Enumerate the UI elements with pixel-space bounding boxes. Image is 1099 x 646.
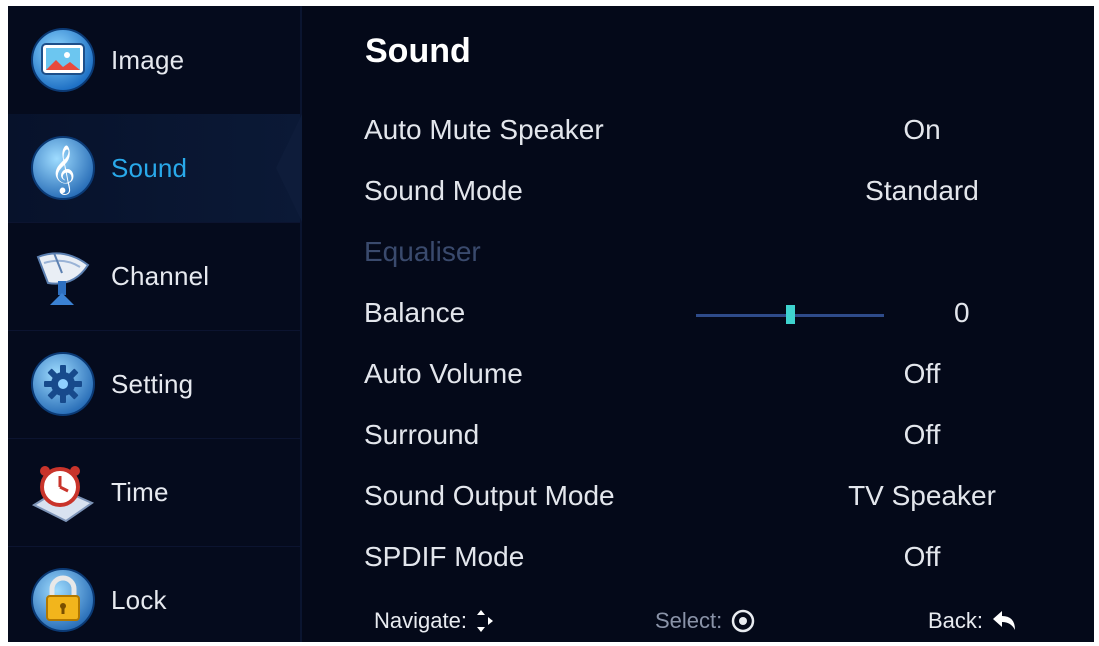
menu-row-equaliser: Equaliser bbox=[302, 226, 1094, 284]
sidebar-item-label: Image bbox=[111, 44, 185, 75]
menu-row-spdif-mode[interactable]: SPDIF Mode Off bbox=[302, 531, 1094, 589]
row-value: TV Speaker bbox=[848, 480, 996, 511]
page-title: Sound bbox=[365, 32, 471, 70]
back-hint: Back: bbox=[928, 608, 1019, 634]
sidebar-item-label: Sound bbox=[111, 152, 188, 183]
row-label: Auto Volume bbox=[364, 358, 523, 389]
row-label: Sound Output Mode bbox=[364, 480, 615, 511]
selection-pointer bbox=[276, 114, 302, 222]
row-label: Balance bbox=[364, 297, 466, 328]
gear-icon bbox=[30, 351, 96, 417]
navigate-hint: Navigate: bbox=[374, 608, 495, 634]
sidebar-item-lock[interactable]: Lock bbox=[8, 546, 300, 642]
menu-row-balance[interactable]: Balance 0 bbox=[302, 287, 1094, 345]
sidebar-item-setting[interactable]: Setting bbox=[8, 330, 300, 439]
back-label: Back: bbox=[928, 608, 984, 633]
menu-row-auto-mute-speaker[interactable]: Auto Mute Speaker On bbox=[302, 104, 1094, 162]
footer-hints: Navigate: Select: Back: bbox=[302, 600, 1094, 640]
select-label: Select: bbox=[655, 608, 723, 633]
back-arrow-icon bbox=[993, 611, 1016, 630]
navigate-label: Navigate: bbox=[374, 608, 467, 633]
menu-row-auto-volume[interactable]: Auto Volume Off bbox=[302, 348, 1094, 406]
alarm-clock-icon bbox=[30, 459, 96, 525]
row-value: Off bbox=[903, 541, 941, 572]
sidebar-item-label: Setting bbox=[111, 368, 194, 399]
svg-text:𝄞: 𝄞 bbox=[51, 144, 76, 195]
row-label: SPDIF Mode bbox=[364, 541, 525, 572]
tv-menu-screen: Image 𝄞 Sound Channel Setting Time Lock … bbox=[8, 6, 1094, 642]
menu-row-sound-output-mode[interactable]: Sound Output Mode TV Speaker bbox=[302, 470, 1094, 528]
sidebar-item-channel[interactable]: Channel bbox=[8, 222, 300, 331]
select-hint: Select: bbox=[655, 608, 756, 634]
row-label: Sound Mode bbox=[364, 175, 523, 206]
select-ok-icon bbox=[732, 609, 755, 633]
music-clef-icon: 𝄞 bbox=[30, 135, 96, 201]
image-icon bbox=[30, 27, 96, 93]
row-value: 0 bbox=[954, 297, 970, 328]
row-label: Equaliser bbox=[364, 236, 481, 267]
sound-settings-panel: Sound Auto Mute Speaker On Sound Mode St… bbox=[302, 6, 1094, 642]
sidebar: Image 𝄞 Sound Channel Setting Time Lock bbox=[8, 6, 302, 642]
row-value: Off bbox=[903, 419, 941, 450]
satellite-dish-icon bbox=[30, 243, 96, 309]
sidebar-item-image[interactable]: Image bbox=[8, 6, 300, 115]
padlock-icon bbox=[30, 567, 96, 633]
sidebar-item-label: Lock bbox=[111, 584, 167, 615]
row-value: On bbox=[903, 114, 941, 145]
sidebar-item-label: Channel bbox=[111, 260, 210, 291]
menu-row-surround[interactable]: Surround Off bbox=[302, 409, 1094, 467]
sidebar-item-time[interactable]: Time bbox=[8, 438, 300, 547]
row-value: Standard bbox=[865, 175, 979, 206]
sidebar-item-sound[interactable]: 𝄞 Sound bbox=[8, 114, 302, 223]
balance-slider-thumb[interactable] bbox=[785, 305, 795, 324]
row-label: Surround bbox=[364, 419, 480, 450]
row-value: Off bbox=[903, 358, 941, 389]
menu-row-sound-mode[interactable]: Sound Mode Standard bbox=[302, 165, 1094, 223]
row-label: Auto Mute Speaker bbox=[364, 114, 604, 145]
navigate-arrows-icon bbox=[476, 610, 493, 632]
sidebar-item-label: Time bbox=[111, 476, 169, 507]
